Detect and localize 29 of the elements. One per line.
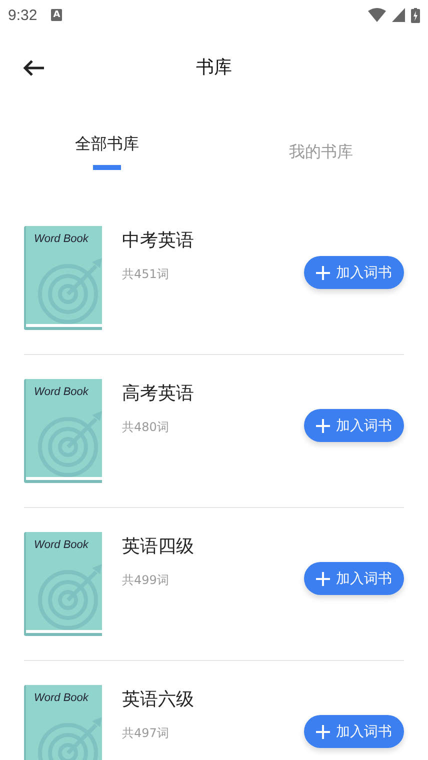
- plus-icon: [316, 266, 330, 280]
- back-arrow-icon[interactable]: [22, 59, 46, 77]
- cover-text: Word Book: [34, 539, 88, 551]
- book-title: 中考英语: [122, 229, 194, 252]
- book-title: 英语六级: [122, 688, 194, 711]
- notification-icon: A: [51, 9, 62, 21]
- word-count: 共451词: [122, 266, 170, 283]
- plus-icon: [316, 724, 330, 738]
- cover-text: Word Book: [34, 233, 88, 245]
- word-count: 共480词: [122, 419, 170, 436]
- signal-icon: [392, 8, 405, 22]
- add-book-button[interactable]: 加入词书: [304, 715, 404, 748]
- tab[interactable]: 全部书库: [0, 130, 214, 192]
- cover-text: Word Book: [34, 386, 88, 398]
- status-time: 9:32: [8, 6, 38, 24]
- plus-icon: [316, 572, 330, 586]
- plus-icon: [316, 418, 330, 432]
- word-count: 共497词: [122, 725, 170, 742]
- wifi-icon: [368, 8, 386, 22]
- word-count: 共499词: [122, 572, 170, 589]
- battery-icon: [411, 8, 420, 22]
- cover-text: Word Book: [34, 692, 88, 704]
- book-title: 高考英语: [122, 382, 194, 405]
- add-book-button[interactable]: 加入词书: [304, 256, 404, 289]
- add-book-button[interactable]: 加入词书: [304, 409, 404, 442]
- tab[interactable]: 我的书库: [214, 130, 428, 192]
- book-title: 英语四级: [122, 535, 194, 558]
- add-book-button[interactable]: 加入词书: [304, 562, 404, 595]
- page-title: 书库: [196, 56, 232, 79]
